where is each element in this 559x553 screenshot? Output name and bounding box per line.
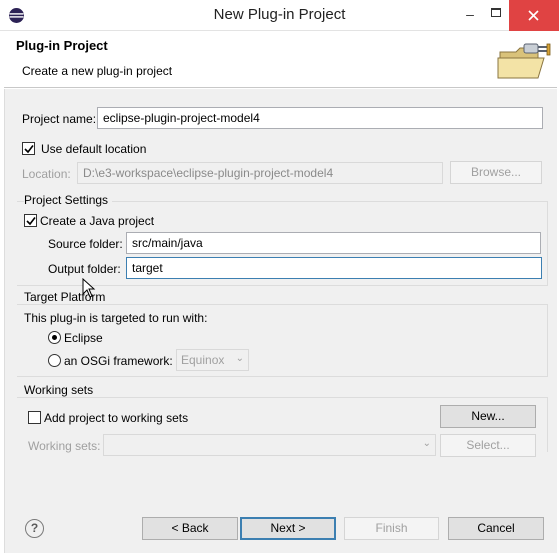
working-sets-combo[interactable]: ⌄	[103, 434, 436, 456]
wizard-folder-plug-icon	[497, 43, 551, 79]
wizard-content: Project name: eclipse-plugin-project-mod…	[4, 89, 557, 502]
close-button[interactable]	[509, 0, 559, 31]
add-to-working-sets-checkbox[interactable]	[28, 411, 41, 424]
mouse-cursor-icon	[82, 278, 96, 298]
osgi-framework-value: Equinox	[181, 353, 225, 367]
select-working-sets-button[interactable]: Select...	[440, 434, 536, 457]
create-java-project-label: Create a Java project	[40, 214, 155, 228]
project-name-label: Project name:	[22, 112, 97, 126]
next-button[interactable]: Next >	[240, 517, 336, 540]
working-sets-title: Working sets	[24, 383, 98, 397]
close-icon	[528, 10, 539, 21]
location-label: Location:	[22, 167, 71, 181]
output-folder-input[interactable]: target	[126, 257, 542, 279]
use-default-location-checkbox[interactable]	[22, 142, 35, 155]
chevron-down-icon: ⌄	[235, 353, 244, 364]
project-name-input[interactable]: eclipse-plugin-project-model4	[97, 107, 543, 129]
add-to-working-sets-label: Add project to working sets	[44, 411, 189, 425]
osgi-framework-radio-label: an OSGi framework:	[64, 354, 173, 368]
maximize-icon	[491, 8, 501, 17]
help-icon[interactable]: ?	[25, 519, 44, 538]
wizard-footer: ? < Back Next > Finish Cancel	[4, 502, 557, 553]
working-sets-label: Working sets:	[28, 439, 101, 453]
back-button[interactable]: < Back	[142, 517, 238, 540]
project-settings-title: Project Settings	[24, 193, 113, 207]
minimize-button[interactable]: –	[453, 0, 487, 31]
target-platform-title: Target Platform	[24, 290, 110, 304]
output-folder-label: Output folder:	[48, 262, 121, 276]
eclipse-radio[interactable]	[48, 331, 61, 344]
osgi-framework-select[interactable]: Equinox ⌄	[176, 349, 249, 371]
title-bar: New Plug-in Project –	[0, 0, 559, 31]
maximize-button[interactable]	[487, 0, 507, 31]
page-title: Plug-in Project	[16, 38, 108, 53]
location-input[interactable]: D:\e3-workspace\eclipse-plugin-project-m…	[77, 162, 443, 184]
cancel-button[interactable]: Cancel	[448, 517, 544, 540]
page-description: Create a new plug-in project	[22, 64, 173, 78]
wizard-header: Plug-in Project Create a new plug-in pro…	[4, 32, 557, 88]
source-folder-input[interactable]: src/main/java	[126, 232, 541, 254]
checkmark-icon	[26, 217, 36, 226]
checkmark-icon	[24, 145, 34, 154]
use-default-location-label: Use default location	[41, 142, 147, 156]
create-java-project-checkbox[interactable]	[24, 214, 37, 227]
source-folder-label: Source folder:	[48, 237, 123, 251]
target-platform-description: This plug-in is targeted to run with:	[24, 311, 208, 325]
osgi-framework-radio[interactable]	[48, 354, 61, 367]
chevron-down-icon: ⌄	[422, 438, 431, 449]
finish-button[interactable]: Finish	[344, 517, 439, 540]
new-working-set-button[interactable]: New...	[440, 405, 536, 428]
eclipse-radio-label: Eclipse	[64, 331, 103, 345]
browse-button[interactable]: Browse...	[450, 161, 542, 184]
